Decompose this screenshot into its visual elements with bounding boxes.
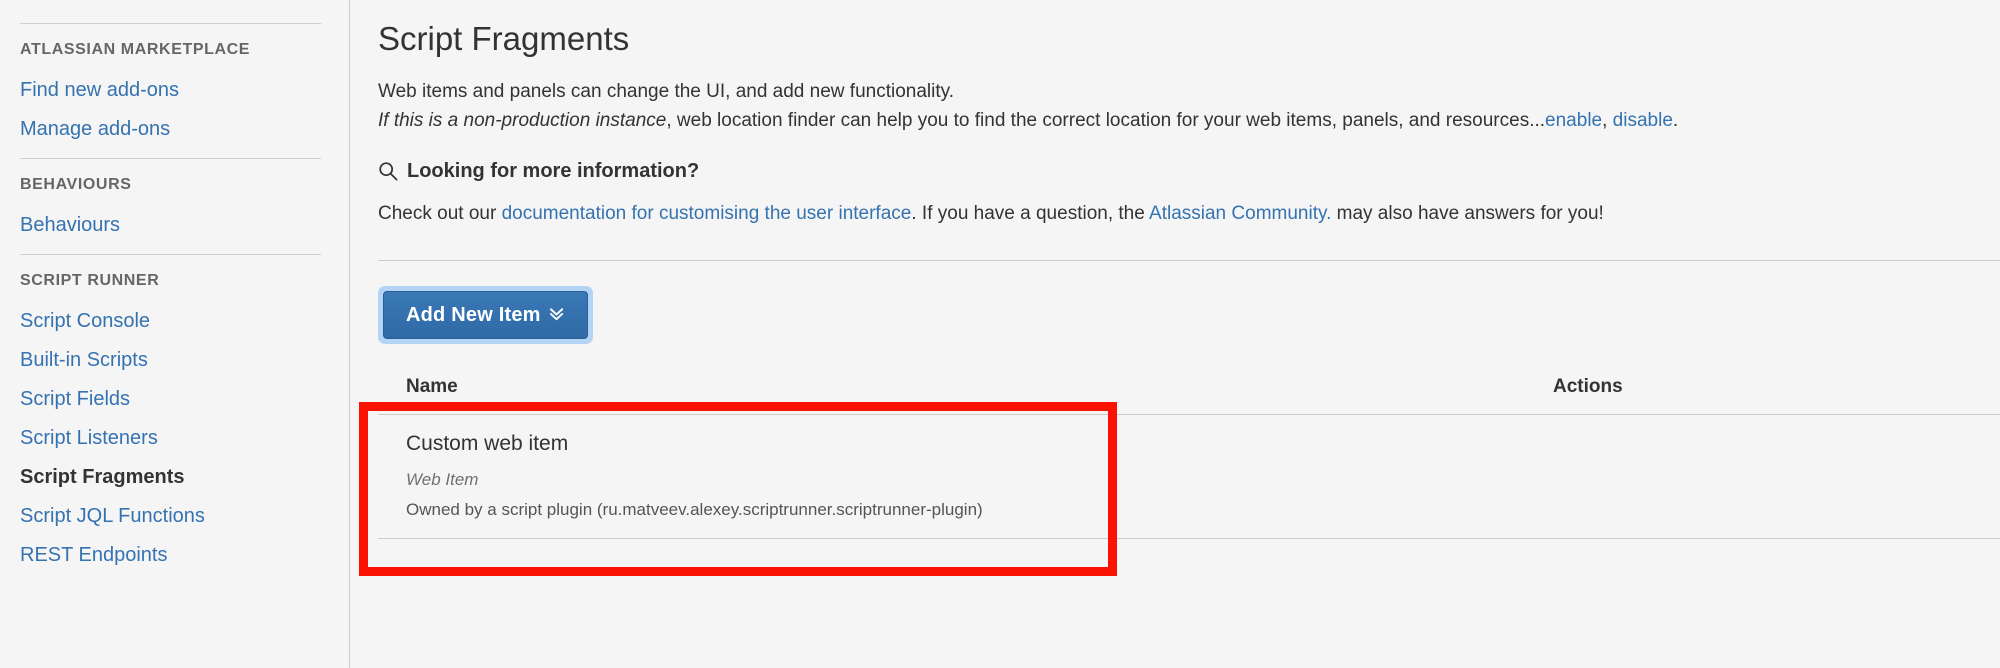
atlassian-community-link[interactable]: Atlassian Community. — [1149, 203, 1331, 224]
fragment-type: Web Item — [406, 470, 1534, 490]
sidebar-heading-script-runner: SCRIPT RUNNER — [20, 255, 321, 302]
sidebar-heading-atlassian-marketplace: ATLASSIAN MARKETPLACE — [20, 24, 321, 71]
sidebar-item-script-console[interactable]: Script Console — [20, 302, 321, 341]
sidebar-group-atlassian-marketplace: ATLASSIAN MARKETPLACE Find new add-ons M… — [20, 24, 321, 158]
sidebar-item-script-fragments[interactable]: Script Fragments — [20, 458, 321, 497]
documentation-link[interactable]: documentation for customising the user i… — [502, 203, 912, 224]
script-fragments-page: ATLASSIAN MARKETPLACE Find new add-ons M… — [0, 0, 2000, 668]
description-line-2-rest: , web location finder can help you to fi… — [666, 110, 1545, 131]
more-information-heading-text: Looking for more information? — [407, 160, 699, 183]
fragment-name: Custom web item — [406, 432, 1534, 456]
add-new-item-button[interactable]: Add New Item — [383, 291, 588, 339]
main-content: Script Fragments Web items and panels ca… — [350, 0, 2000, 668]
sidebar-item-find-new-add-ons[interactable]: Find new add-ons — [20, 71, 321, 110]
description-line-2: If this is a non-production instance, we… — [378, 109, 2000, 134]
description-trailing-period: . — [1673, 110, 1678, 131]
description-line-1: Web items and panels can change the UI, … — [378, 80, 2000, 105]
enable-link[interactable]: enable — [1545, 110, 1602, 131]
sidebar-item-script-fields[interactable]: Script Fields — [20, 380, 321, 419]
sidebar-group-script-runner: SCRIPT RUNNER Script Console Built-in Sc… — [20, 255, 321, 584]
add-new-item-button-wrapper: Add New Item — [378, 286, 593, 344]
info-body-prefix: Check out our — [378, 203, 502, 224]
section-divider — [378, 260, 2000, 261]
more-information-body: Check out our documentation for customis… — [378, 202, 2000, 227]
sidebar-item-manage-add-ons[interactable]: Manage add-ons — [20, 110, 321, 149]
description-separator: , — [1602, 110, 1613, 131]
info-body-middle: . If you have a question, the — [911, 203, 1149, 224]
sidebar-item-behaviours[interactable]: Behaviours — [20, 206, 321, 245]
chevron-down-icon — [548, 305, 565, 325]
sidebar-heading-behaviours: BEHAVIOURS — [20, 159, 321, 206]
sidebar-group-behaviours: BEHAVIOURS Behaviours — [20, 159, 321, 254]
add-new-item-label: Add New Item — [406, 304, 541, 326]
disable-link[interactable]: disable — [1613, 110, 1673, 131]
table-cell-actions[interactable] — [1534, 414, 2000, 538]
sidebar-item-script-jql-functions[interactable]: Script JQL Functions — [20, 497, 321, 536]
column-header-actions: Actions — [1534, 362, 2000, 415]
search-icon — [378, 161, 398, 181]
sidebar-item-script-listeners[interactable]: Script Listeners — [20, 419, 321, 458]
info-body-suffix: may also have answers for you! — [1331, 203, 1603, 224]
table-row[interactable]: Custom web item Web Item Owned by a scri… — [378, 414, 2000, 538]
page-description: Web items and panels can change the UI, … — [378, 80, 2000, 134]
description-italic-phrase: If this is a non-production instance — [378, 110, 666, 131]
add-new-item-focus-ring: Add New Item — [378, 286, 593, 344]
fragment-owner: Owned by a script plugin (ru.matveev.ale… — [406, 500, 1534, 520]
fragments-table-area: Name Actions Custom web item Web Item Ow… — [378, 362, 2000, 539]
sidebar-item-built-in-scripts[interactable]: Built-in Scripts — [20, 341, 321, 380]
page-title: Script Fragments — [378, 0, 2000, 59]
more-information-heading: Looking for more information? — [378, 160, 2000, 183]
script-fragments-table: Name Actions Custom web item Web Item Ow… — [378, 362, 2000, 539]
sidebar-item-rest-endpoints[interactable]: REST Endpoints — [20, 536, 321, 575]
table-cell-name: Custom web item Web Item Owned by a scri… — [378, 414, 1534, 538]
admin-sidebar: ATLASSIAN MARKETPLACE Find new add-ons M… — [0, 0, 350, 668]
table-header-row: Name Actions — [378, 362, 2000, 415]
column-header-name: Name — [378, 362, 1534, 415]
